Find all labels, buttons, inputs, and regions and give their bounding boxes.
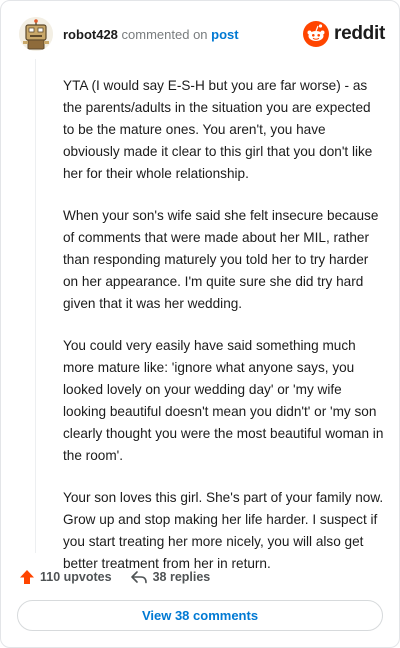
reddit-logo[interactable]: reddit: [303, 20, 385, 48]
upvote-button[interactable]: 110 upvotes: [19, 569, 112, 585]
upvote-count: 110 upvotes: [40, 570, 112, 584]
reply-button[interactable]: 38 replies: [130, 569, 211, 585]
comment-paragraph: When your son's wife said she felt insec…: [63, 208, 379, 311]
username-link[interactable]: robot428: [63, 27, 118, 42]
comment-actions: 110 upvotes 38 replies: [19, 567, 210, 587]
view-comments-button[interactable]: View 38 comments: [17, 600, 383, 631]
comment-paragraph: Your son loves this girl. She's part of …: [63, 490, 384, 571]
comment-body: YTA (I would say E-S-H but you are far w…: [63, 75, 385, 595]
thread-line[interactable]: [35, 59, 36, 553]
comment-card: robot428 commented on post reddit YTA (I…: [0, 0, 400, 648]
post-link[interactable]: post: [211, 27, 238, 42]
comment-meta: robot428 commented on post: [63, 27, 239, 42]
upvote-arrow-icon: [20, 570, 34, 584]
robot-avatar-icon[interactable]: [19, 17, 53, 51]
reply-count: 38 replies: [152, 570, 211, 584]
reddit-snoo-icon: [303, 21, 330, 47]
commented-on-text: commented on: [121, 27, 208, 42]
reddit-wordmark: reddit: [334, 23, 385, 44]
comment-header: robot428 commented on post reddit: [19, 17, 385, 51]
comment-paragraph: YTA (I would say E-S-H but you are far w…: [63, 78, 373, 181]
comment-paragraph: You could very easily have said somethin…: [63, 338, 384, 463]
reply-arrow-icon: [130, 571, 147, 584]
